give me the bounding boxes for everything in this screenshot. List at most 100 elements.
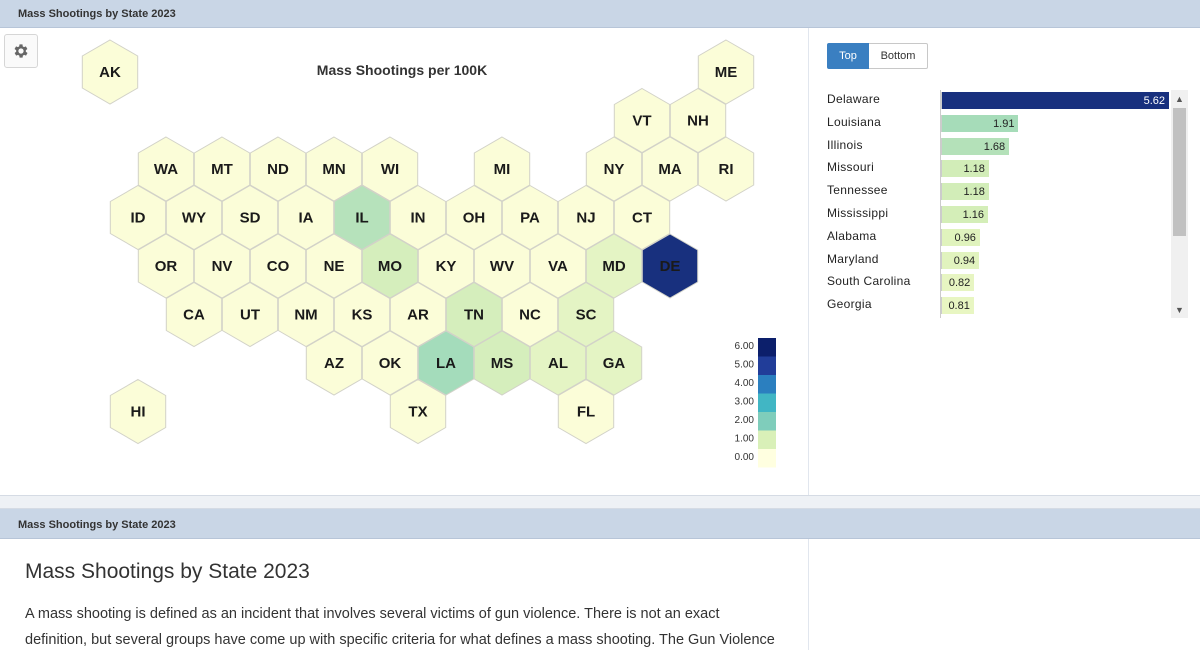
state-label: MT [211,161,233,178]
state-label: KS [352,307,373,324]
state-label: NM [294,307,317,324]
legend-swatch [758,356,776,375]
ranking-value: 1.18 [963,186,985,199]
panel-splitter[interactable] [0,495,1200,509]
state-label: CO [267,258,290,275]
legend-swatch [758,393,776,412]
state-label: NJ [576,210,595,227]
legend-label: 0.00 [735,452,755,463]
ranking-value: 1.18 [963,163,985,176]
bottom-panel-header: Mass Shootings by State 2023 [0,509,1200,539]
state-label: OH [463,210,486,227]
state-label: MD [602,258,625,275]
ranking-row[interactable]: Alabama 0.96 [827,227,1170,250]
scrollbar-thumb[interactable] [1173,108,1186,236]
state-hex-hi[interactable]: HI [109,378,167,445]
ranking-bar: 1.18 [941,160,989,178]
state-label: RI [719,161,734,178]
state-label: NY [604,161,625,178]
state-label: NV [212,258,233,275]
state-label: TX [408,404,427,421]
state-label: MS [491,355,514,372]
state-label: IA [299,210,314,227]
chevron-down-icon[interactable]: ▼ [1171,301,1188,318]
state-label: MI [494,161,511,178]
legend-swatch [758,412,776,431]
ranking-bar-chart: Delaware 5.62 Louisiana 1.91 Illinois 1.68 Mis… [827,90,1170,318]
state-label: WI [381,161,399,178]
state-label: AL [548,355,568,372]
state-label: HI [131,404,146,421]
state-label: VT [632,113,651,130]
state-label: AR [407,307,429,324]
ranking-row[interactable]: Missouri 1.18 [827,158,1170,181]
state-label: OR [155,258,178,275]
legend-label: 6.00 [735,341,755,352]
top-panel-header: Mass Shootings by State 2023 [0,0,1200,28]
state-label: DE [660,258,681,275]
ranking-value: 1.16 [962,208,985,221]
state-hex-ak[interactable]: AK [81,39,139,105]
legend-swatch [758,430,776,449]
state-label: LA [436,355,456,372]
hex-map: Mass Shootings per 100K AK ME VT NH WA MT ND MN… [81,39,776,468]
ranking-row[interactable]: Georgia 0.81 [827,295,1170,318]
state-label: IL [355,210,368,227]
ranking-value: 5.62 [1143,95,1165,107]
ranking-state-name: Maryland [827,251,879,266]
ranking-scrollbar[interactable]: ▲ ▼ [1171,90,1188,318]
state-label: FL [577,404,595,421]
map-title: Mass Shootings per 100K [317,62,487,78]
state-label: NH [687,113,709,130]
state-label: NE [324,258,345,275]
legend-label: 1.00 [735,434,755,445]
ranking-row[interactable]: Maryland 0.94 [827,250,1170,273]
chevron-up-icon[interactable]: ▲ [1171,90,1188,107]
ranking-row[interactable]: South Carolina 0.82 [827,272,1170,295]
ranking-state-name: Georgia [827,297,872,312]
top-panel-title: Mass Shootings by State 2023 [18,8,176,20]
state-label: SC [576,307,597,324]
ranking-state-name: Illinois [827,137,863,152]
ranking-value: 0.82 [948,277,971,290]
legend-label: 2.00 [735,415,755,426]
ranking-row[interactable]: Tennessee 1.18 [827,181,1170,204]
state-label: MA [658,161,681,178]
state-label: AZ [324,355,344,372]
legend-swatch [758,375,776,394]
ranking-row[interactable]: Illinois 1.68 [827,136,1170,159]
ranking-state-name: South Carolina [827,274,911,289]
ranking-bar: 5.62 [941,92,1169,109]
state-label: NC [519,307,541,324]
ranking-state-name: Tennessee [827,183,888,198]
ranking-bar: 1.18 [941,183,989,201]
state-label: IN [411,210,426,227]
ranking-value: 1.68 [983,140,1006,153]
ranking-bar: 0.96 [941,228,980,246]
bottom-toggle-button[interactable]: Bottom [869,43,928,69]
ranking-value: 0.96 [954,231,976,244]
ranking-value: 0.81 [948,300,970,313]
ranking-bar: 1.68 [941,137,1010,155]
ranking-row[interactable]: Delaware 5.62 [827,90,1170,113]
state-label: TN [464,307,484,324]
legend-swatch [758,449,776,468]
state-label: ID [131,210,146,227]
ranking-bar: 1.16 [941,205,989,223]
legend-label: 5.00 [735,360,755,371]
ranking-state-name: Delaware [827,92,881,106]
state-label: KY [436,258,457,275]
state-label: PA [520,210,540,227]
ranking-state-name: Missouri [827,160,875,175]
state-label: WA [154,161,178,178]
top-toggle-button[interactable]: Top [827,43,869,69]
state-label: SD [240,210,261,227]
article-heading: Mass Shootings by State 2023 [25,560,310,583]
legend-label: 4.00 [735,378,755,389]
state-label: CT [632,210,652,227]
ranking-row[interactable]: Louisiana 1.91 [827,113,1170,136]
ranking-value: 0.94 [953,254,976,267]
ranking-bar: 0.81 [941,297,974,315]
top-bottom-toggle[interactable]: Top Bottom [827,43,928,69]
ranking-row[interactable]: Mississippi 1.16 [827,204,1170,227]
